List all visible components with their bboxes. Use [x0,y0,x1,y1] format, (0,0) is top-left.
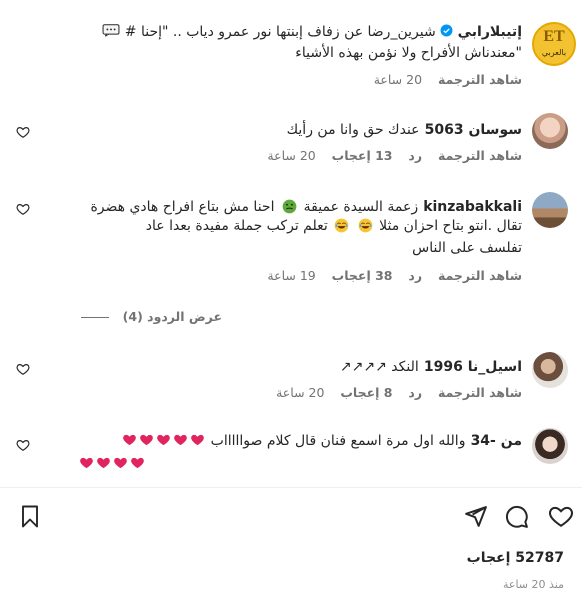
comment-avatar-1[interactable] [532,113,568,149]
comment-1-translate[interactable]: شاهد الترجمة [438,148,522,163]
like-heart-icon[interactable] [16,125,30,139]
comment-2-text-1b: احنا مش بتاع افراح هادي هضرة [90,199,275,215]
comment-3-reply[interactable]: رد [408,385,422,400]
comment-2-translate[interactable]: شاهد الترجمة [438,268,522,283]
comment-2-line-1: kinzabakkali زعمة السيدة عميقة احنا مش ب… [90,196,522,215]
speech-bubble-icon [102,24,120,37]
red-heart-emoji-icon [80,457,93,469]
nauseated-face-icon [282,199,296,214]
replies-divider-line [80,317,109,318]
comment-4-username[interactable]: من -34 [471,433,522,449]
author-avatar[interactable]: ET بالعربي [532,22,576,66]
post-like-count[interactable]: 52787 إعجاب [467,550,564,566]
comment-3-text: النكد ↗↗↗↗ [339,359,419,375]
red-heart-emoji-icon [131,457,144,469]
comment-2-likes[interactable]: 38 إعجاب [332,268,393,283]
logo-subtext: بالعربي [541,48,567,57]
caption-time: 20 ساعة [373,72,423,87]
comment-1-line: سوسان 5063 عندك حق وانا من رأيك [287,119,522,138]
comment-1-reply[interactable]: رد [408,148,422,163]
comment-3-translate[interactable]: شاهد الترجمة [438,385,522,400]
red-heart-emoji-icon [97,457,110,469]
like-heart-icon-2[interactable] [16,202,30,216]
comment-avatar-3[interactable] [532,352,568,388]
red-heart-emoji-icon [122,434,136,446]
comment-1-meta: شاهد الترجمة رد 13 إعجاب 20 ساعة [267,148,522,163]
comment-2-text-2a: تقال .انتو بتاح احزان مثلا [379,218,522,234]
share-send-icon[interactable] [463,504,488,529]
red-heart-emoji-icon [156,434,170,446]
comment-2-text-2b: تعلم تركب جملة مفيدة بعدا عاد [145,218,328,234]
heart-emoji-row-1 [121,430,206,449]
heart-emoji-row-2 [78,453,146,472]
view-replies-button[interactable]: عرض الردود (4) [80,309,222,324]
comment-2-time: 19 ساعة [267,268,316,283]
comment-2-reply[interactable]: رد [408,268,422,283]
comment-icon[interactable] [504,504,529,529]
comment-3-line: اسيل_نا 1996 النكد ↗↗↗↗ [340,356,522,375]
save-bookmark-icon[interactable] [18,504,42,529]
comment-1-time: 20 ساعة [267,148,316,163]
view-replies-label: عرض الردود (4) [122,309,222,324]
caption-author[interactable]: إتيبلارابي [458,24,522,40]
comment-1-text: عندك حق وانا من رأيك [286,122,420,138]
laughing-face-icon [358,218,373,233]
like-post-icon[interactable] [548,503,574,529]
caption-translate-link[interactable]: شاهد الترجمة [438,72,522,87]
comment-2-meta: شاهد الترجمة رد 38 إعجاب 19 ساعة [267,268,522,283]
comment-2-text-1: زعمة السيدة عميقة [303,199,419,215]
comment-2-username[interactable]: kinzabakkali [423,199,522,215]
red-heart-emoji-icon [173,434,187,446]
verified-icon [440,24,453,37]
like-heart-icon-4[interactable] [16,438,30,452]
comment-2-line-2: تقال .انتو بتاح احزان مثلا تعلم تركب جمل… [146,218,522,234]
caption-text-2: "معندناش الأفراح ولا نؤمن بهذه الأشياء [295,45,522,61]
caption-meta: شاهد الترجمة 20 ساعة [374,72,522,87]
laughing-face-icon-2 [334,218,349,233]
red-heart-emoji-icon [139,434,153,446]
comment-1-likes[interactable]: 13 إعجاب [332,148,393,163]
red-heart-emoji-icon [114,457,127,469]
comment-1-username[interactable]: سوسان 5063 [425,122,522,138]
logo-text: ET [543,28,565,45]
comment-avatar-2[interactable] [532,192,568,228]
red-heart-emoji-icon [190,434,204,446]
comment-3-likes[interactable]: 8 إعجاب [340,385,392,400]
post-time: منذ 20 ساعة [502,578,564,591]
comment-3-time: 20 ساعة [276,385,325,400]
comment-avatar-4[interactable] [532,428,568,464]
caption-line-1: إتيبلارابي شيرين_رضا عن زفاف إبنتها نور … [102,24,522,40]
action-bar-divider [0,487,582,488]
comment-4-line-1: من -34 والله اول مرة اسمع فنان قال كلام … [121,430,522,449]
comment-3-meta: شاهد الترجمة رد 8 إعجاب 20 ساعة [276,385,522,400]
comment-4-text: والله اول مرة اسمع فنان قال كلام صوااااا… [210,433,466,449]
comment-2-text-3: تفلسف على الناس [412,240,522,256]
like-heart-icon-3[interactable] [16,362,30,376]
caption-text-1: شيرين_رضا عن زفاف إبنتها نور عمرو دياب .… [120,24,436,40]
comment-3-username[interactable]: اسيل_نا 1996 [424,359,522,375]
